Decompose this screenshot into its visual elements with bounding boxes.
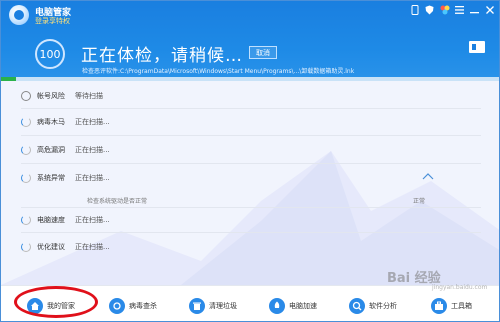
toolbar-toolbox[interactable]: 工具箱 <box>431 296 472 316</box>
toolbar-label: 病毒查杀 <box>129 302 157 310</box>
list-item: 优化建议 正在扫描... <box>21 238 110 256</box>
item-status: 正在扫描... <box>75 243 110 251</box>
trash-icon <box>189 298 205 314</box>
item-status: 等待扫描 <box>75 92 103 100</box>
divider <box>21 163 481 164</box>
cancel-button[interactable]: 取消 <box>249 46 277 59</box>
item-name: 系统异常 <box>37 174 65 182</box>
item-name: 病毒木马 <box>37 118 65 126</box>
scan-results-panel: 帐号风险 等待扫描 病毒木马 正在扫描... 高危漏洞 正在扫描... 系统异常… <box>1 81 499 285</box>
toolbar-label: 软件分析 <box>369 302 397 310</box>
scan-path-text: 检查恶评软件:C:\ProgramData\Microsoft\Windows\… <box>82 68 355 75</box>
rocket-icon <box>269 298 285 314</box>
list-item: 高危漏洞 正在扫描... <box>21 141 110 159</box>
item-name: 优化建议 <box>37 243 65 251</box>
divider <box>21 232 481 233</box>
item-status: 正在扫描... <box>75 174 110 182</box>
app-logo-icon <box>9 5 29 25</box>
minimize-icon[interactable] <box>469 4 480 15</box>
health-score: 100 <box>35 39 65 69</box>
header: 电脑管家 登录享特权 100 正在体检，请稍候… 取消 检查恶评软件:C:\Pr… <box>1 1 499 81</box>
loading-spinner-icon <box>21 215 31 225</box>
item-status: 正在扫描... <box>75 118 110 126</box>
side-panel-icon[interactable] <box>469 41 485 53</box>
pc-manager-window: 电脑管家 登录享特权 100 正在体检，请稍候… 取消 检查恶评软件:C:\Pr… <box>0 0 500 322</box>
collapse-chevron-icon[interactable] <box>422 173 434 183</box>
shield-icon[interactable] <box>424 4 435 15</box>
window-controls <box>409 4 495 15</box>
toolbar-speedup[interactable]: 电脑加速 <box>269 296 317 316</box>
toolbar-label: 工具箱 <box>451 302 472 310</box>
skin-icon[interactable] <box>439 4 450 15</box>
sub-detail-label: 检查系统驱动是否正常 <box>87 198 148 205</box>
divider <box>21 207 481 208</box>
toolbar-clean[interactable]: 清理垃圾 <box>189 296 237 316</box>
watermark-url: jingyan.baidu.com <box>432 284 488 291</box>
divider <box>21 108 481 109</box>
item-name: 高危漏洞 <box>37 146 65 154</box>
item-name: 电脑速度 <box>37 216 65 224</box>
login-link[interactable]: 登录享特权 <box>35 16 70 26</box>
toolbar-label: 电脑加速 <box>289 302 317 310</box>
loading-spinner-icon <box>21 145 31 155</box>
toolbar-virus-scan[interactable]: 病毒查杀 <box>109 296 157 316</box>
sub-detail-status: 正常 <box>413 198 426 205</box>
phone-icon[interactable] <box>409 4 420 15</box>
list-item[interactable]: 系统异常 正在扫描... <box>21 169 110 187</box>
virus-scan-icon <box>109 298 125 314</box>
software-icon <box>349 298 365 314</box>
loading-spinner-icon <box>21 117 31 127</box>
toolbar-software[interactable]: 软件分析 <box>349 296 397 316</box>
account-risk-icon <box>21 91 31 101</box>
item-status: 正在扫描... <box>75 146 110 154</box>
list-item: 病毒木马 正在扫描... <box>21 113 110 131</box>
list-item: 电脑速度 正在扫描... <box>21 211 110 229</box>
list-item: 帐号风险 等待扫描 <box>21 87 103 105</box>
highlight-circle <box>14 286 98 318</box>
scan-status-title: 正在体检，请稍候… <box>81 46 243 66</box>
loading-spinner-icon <box>21 173 31 183</box>
divider <box>21 135 481 136</box>
item-status: 正在扫描... <box>75 216 110 224</box>
loading-spinner-icon <box>21 242 31 252</box>
toolbar-label: 清理垃圾 <box>209 302 237 310</box>
menu-icon[interactable] <box>454 4 465 15</box>
toolbox-icon <box>431 298 447 314</box>
close-icon[interactable] <box>484 4 495 15</box>
item-name: 帐号风险 <box>37 92 65 100</box>
